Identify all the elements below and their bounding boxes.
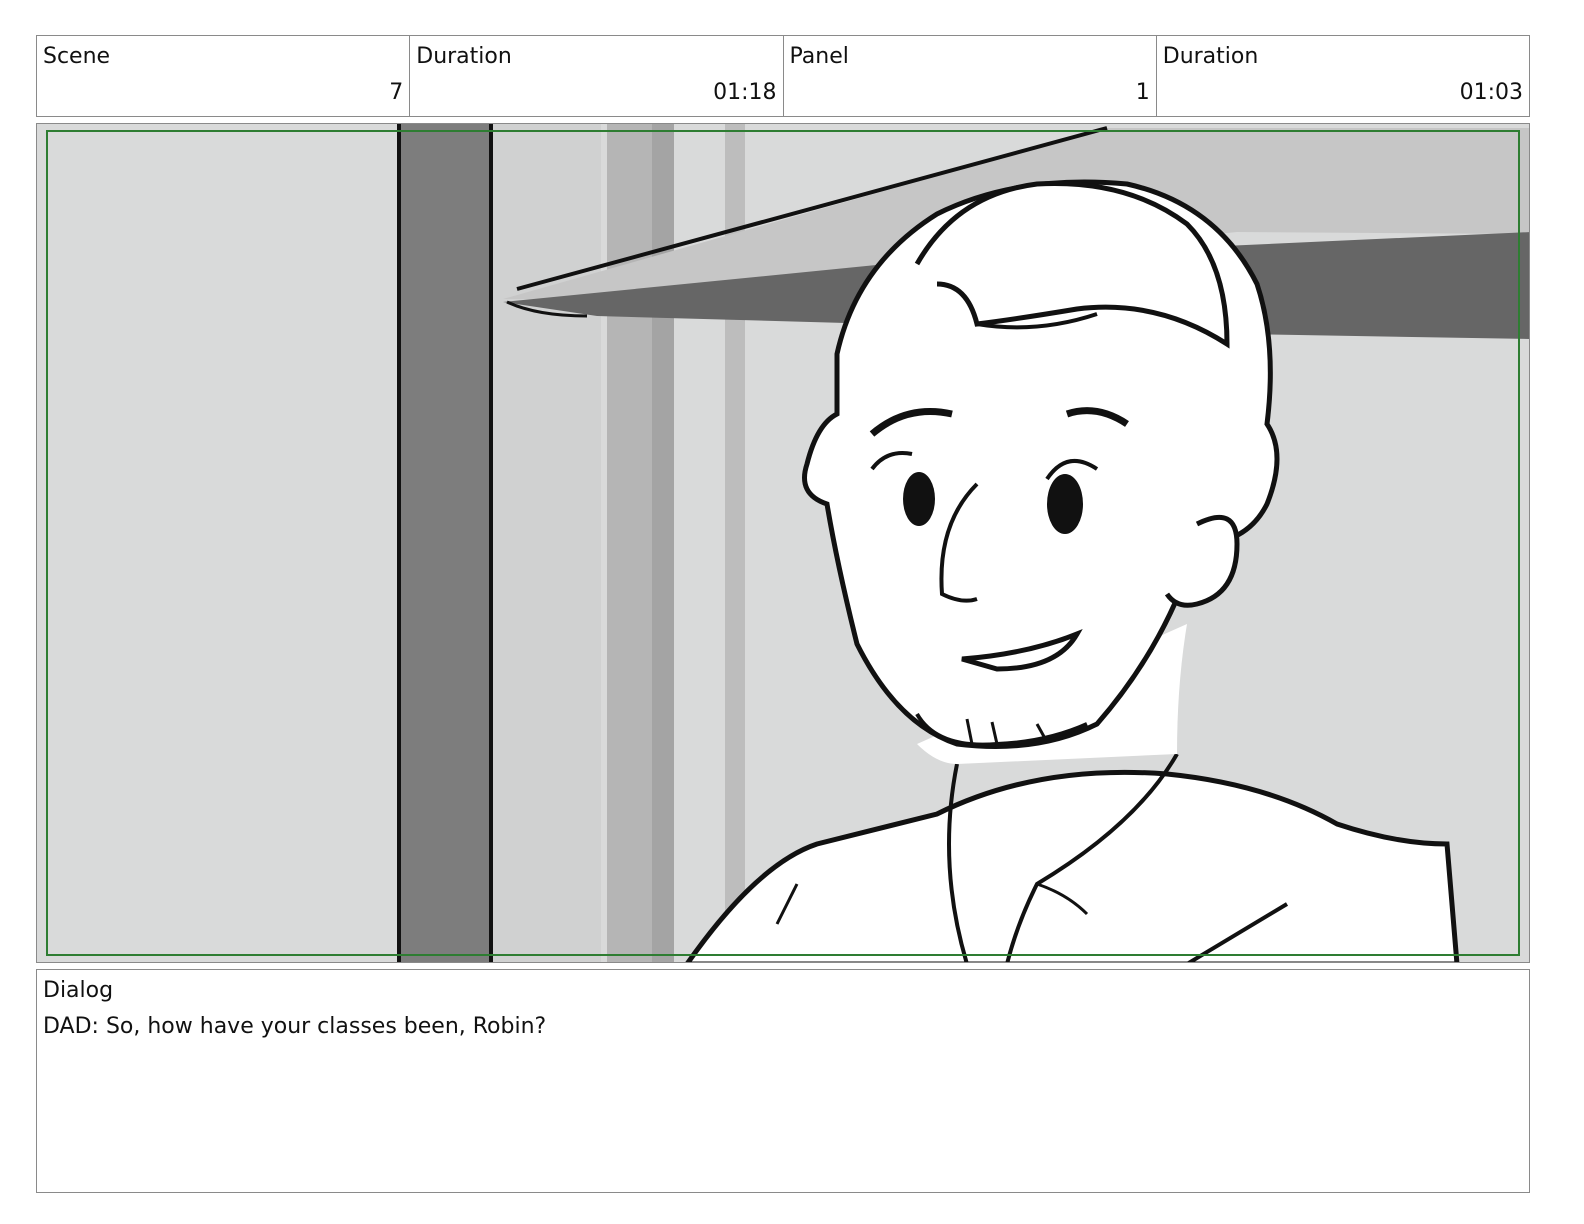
panel-label: Panel — [789, 44, 849, 69]
panel-duration-label: Duration — [1162, 44, 1259, 69]
left-eye — [903, 472, 935, 526]
scene-duration-value: 01:18 — [713, 80, 777, 105]
dialog-text: DAD: So, how have your classes been, Rob… — [43, 1014, 547, 1039]
scene-cell: Scene 7 — [37, 36, 411, 116]
panel-duration-value: 01:03 — [1459, 80, 1523, 105]
scene-label: Scene — [43, 44, 111, 69]
scene-value: 7 — [389, 80, 404, 105]
panel-value: 1 — [1135, 80, 1150, 105]
dialog-label: Dialog — [43, 978, 114, 1003]
panel-cell: Panel 1 — [784, 36, 1157, 116]
scene-duration-label: Duration — [416, 44, 512, 69]
right-eye — [1047, 474, 1083, 534]
panel-info-header: Scene 7 Duration 01:18 Panel 1 Duration … — [36, 35, 1530, 117]
storyboard-sketch — [37, 124, 1529, 962]
pillar — [399, 124, 491, 962]
scene-duration-cell: Duration 01:18 — [410, 36, 784, 116]
wall-shade — [491, 124, 601, 962]
storyboard-panel — [36, 123, 1530, 963]
panel-duration-cell: Duration 01:03 — [1157, 36, 1529, 116]
dialog-box: Dialog DAD: So, how have your classes be… — [36, 969, 1530, 1193]
